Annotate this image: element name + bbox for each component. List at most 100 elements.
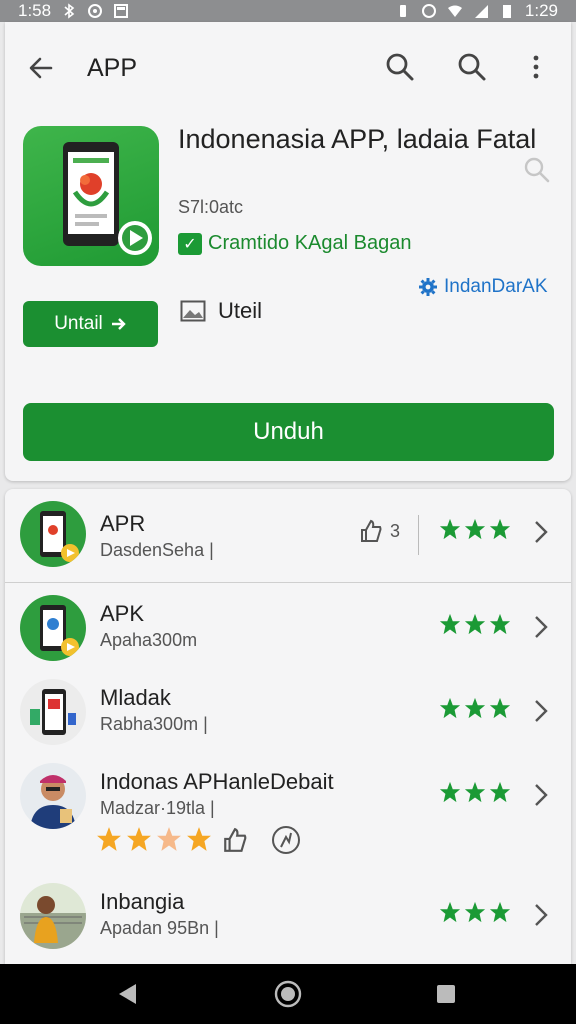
- rating-stars: [439, 613, 511, 635]
- system-nav-bar: [0, 964, 576, 1024]
- item-title: APK: [100, 601, 145, 626]
- notification-icon: [114, 4, 129, 18]
- item-subtitle: DasdenSeha |: [100, 540, 214, 560]
- item-subtitle: Madzar·19tla |: [100, 798, 215, 818]
- app-subtitle: S7l:0atc: [178, 197, 244, 217]
- chevron-right-icon[interactable]: [531, 614, 551, 640]
- item-title: Indonas APHanleDebait: [100, 769, 334, 794]
- star-icon: [464, 613, 486, 635]
- gear-icon: [419, 278, 437, 296]
- star-icon: [464, 901, 486, 923]
- list-item[interactable]: Indonas APHanleDebait Madzar·19tla |: [5, 751, 571, 871]
- rating-stars: [439, 697, 511, 719]
- chevron-right-icon[interactable]: [531, 698, 551, 724]
- download-button[interactable]: Unduh: [23, 403, 554, 461]
- avatar: [20, 883, 86, 949]
- developer-link[interactable]: ✓ Cramtido KAgal Bagan: [178, 232, 411, 255]
- phone-icon: [30, 689, 76, 735]
- nav-recents-icon[interactable]: [435, 983, 457, 1005]
- screenshots-label: Uteil: [218, 298, 263, 323]
- app-icon: [20, 679, 86, 745]
- star-icon: [464, 781, 486, 803]
- star-icon: [489, 613, 511, 635]
- screenshots-row[interactable]: Uteil: [180, 298, 262, 324]
- list-item[interactable]: APK Apaha300m: [5, 583, 571, 667]
- item-subtitle: Apaha300m: [100, 630, 198, 650]
- item-subtitle: Apadan 95Bn |: [100, 918, 219, 938]
- item-title: Mladak: [100, 685, 171, 710]
- phone-icon: [40, 511, 79, 562]
- list-item[interactable]: Inbangia Apadan 95Bn |: [5, 871, 571, 964]
- app-title: Indonenasia APP, ladaia Fatal: [178, 124, 537, 154]
- wifi-icon: [447, 5, 462, 17]
- star-icon[interactable]: [186, 826, 212, 852]
- image-icon: [180, 300, 206, 322]
- rating-stars: [439, 518, 511, 540]
- activity-icon[interactable]: [271, 825, 301, 855]
- star-icon: [439, 697, 461, 719]
- user-rating-stars[interactable]: [96, 826, 212, 852]
- star-icon: [489, 518, 511, 540]
- thumbs-up-icon: [361, 519, 382, 542]
- search-icon[interactable]: [455, 50, 489, 84]
- alarm-icon: [88, 4, 103, 18]
- signal-icon: [474, 5, 488, 18]
- app-icon: [23, 126, 159, 266]
- star-icon: [464, 697, 486, 719]
- star-icon: [439, 781, 461, 803]
- chevron-right-icon[interactable]: [531, 519, 551, 545]
- arrow-right-icon: [111, 318, 126, 330]
- list-item[interactable]: Mladak Rabha300m |: [5, 667, 571, 751]
- app-list: APR DasdenSeha | 3 APK Apaha300m Mladak …: [5, 489, 571, 964]
- star-icon: [489, 781, 511, 803]
- person-icon: [30, 775, 76, 829]
- rating-stars: [439, 901, 511, 923]
- star-icon[interactable]: [126, 826, 152, 852]
- star-icon: [464, 518, 486, 540]
- more-vert-icon[interactable]: [524, 50, 548, 84]
- item-subtitle: Rabha300m |: [100, 714, 208, 734]
- battery-icon: [502, 5, 511, 18]
- chevron-right-icon[interactable]: [531, 782, 551, 808]
- install-button[interactable]: Untail: [23, 301, 158, 347]
- like-count[interactable]: 3: [360, 519, 400, 543]
- person-icon: [20, 896, 86, 949]
- app-detail-card: APP Indonenasia APP, ladaia Fatal S7l:0a…: [5, 22, 571, 481]
- status-bar: 1:58 1:29: [0, 0, 576, 22]
- app-icon: [20, 501, 86, 567]
- alarm-icon: [421, 4, 436, 18]
- star-icon: [439, 518, 461, 540]
- nav-back-icon[interactable]: [116, 982, 140, 1006]
- status-time-left: 1:58: [18, 1, 52, 20]
- app-bar: APP: [5, 42, 571, 90]
- app-icon: [20, 595, 86, 661]
- vibrate-icon: [399, 5, 406, 17]
- bluetooth-icon: [64, 3, 75, 19]
- rating-stars: [439, 781, 511, 803]
- verified-check-icon: ✓: [178, 232, 202, 255]
- developer-name: Cramtido KAgal Bagan: [208, 232, 412, 254]
- thumbs-up-icon[interactable]: [223, 827, 247, 853]
- back-arrow-icon[interactable]: [23, 50, 59, 86]
- star-icon: [439, 901, 461, 923]
- star-icon[interactable]: [156, 826, 182, 852]
- star-icon: [439, 613, 461, 635]
- nav-home-icon[interactable]: [274, 980, 302, 1008]
- star-icon[interactable]: [96, 826, 122, 852]
- search-icon[interactable]: [521, 154, 553, 186]
- search-icon[interactable]: [383, 50, 417, 84]
- item-title: APR: [100, 511, 146, 536]
- star-icon: [489, 697, 511, 719]
- divider: [418, 515, 419, 555]
- phone-icon: [63, 142, 152, 255]
- phone-icon: [40, 605, 79, 656]
- page-title: APP: [87, 54, 138, 82]
- list-item[interactable]: APR DasdenSeha | 3: [5, 489, 571, 582]
- install-label: Untail: [54, 313, 103, 334]
- status-time-right: 1:29: [524, 1, 558, 20]
- partner-link[interactable]: IndanDarAK: [418, 276, 548, 298]
- partner-label: IndanDarAK: [444, 276, 548, 297]
- star-icon: [489, 901, 511, 923]
- chevron-right-icon[interactable]: [531, 902, 551, 928]
- avatar: [20, 763, 86, 829]
